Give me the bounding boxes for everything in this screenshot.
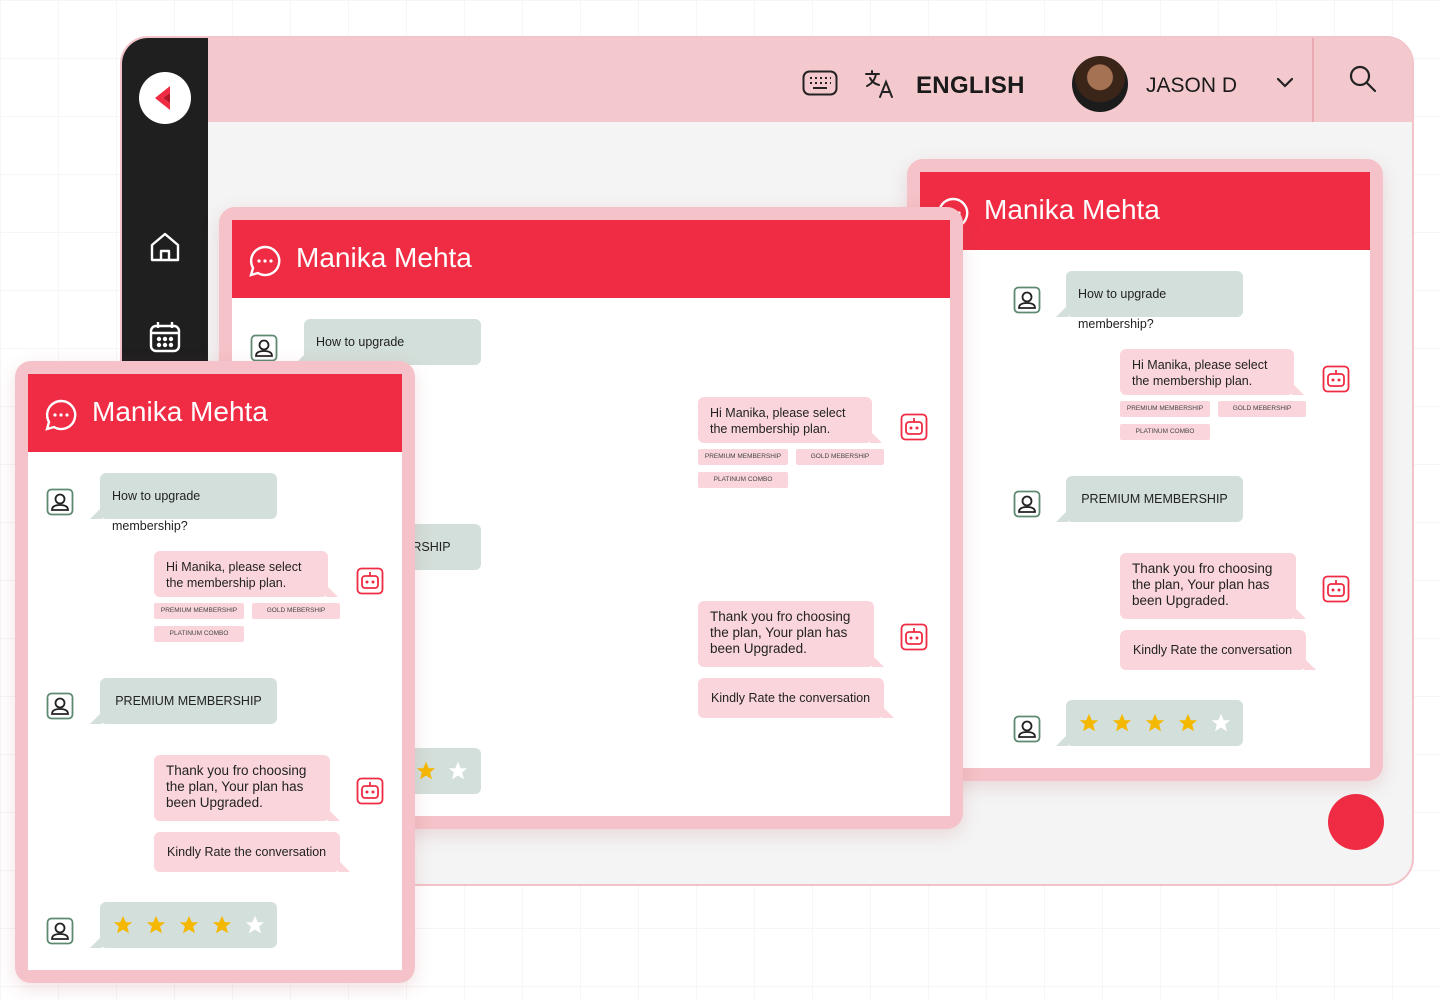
- user-icon: [1013, 715, 1041, 743]
- star-filled-icon[interactable]: [178, 914, 200, 936]
- star-filled-icon[interactable]: [211, 914, 233, 936]
- option-chip[interactable]: GOLD MEBERSHIP: [252, 603, 340, 619]
- brand-logo[interactable]: [139, 72, 191, 124]
- topbar-divider: [1312, 38, 1314, 122]
- star-filled-icon[interactable]: [1144, 712, 1166, 734]
- star-filled-icon[interactable]: [415, 760, 437, 782]
- bot-confirm-message: Thank you fro choosing the plan, Your pl…: [154, 755, 340, 821]
- user-message: How to upgrade membership?: [90, 473, 277, 533]
- chat-card-right: Manika Mehta How to upgrade membership? …: [907, 159, 1383, 781]
- chevron-down-icon[interactable]: [1276, 76, 1294, 94]
- contact-name: Manika Mehta: [92, 396, 268, 427]
- calendar-icon[interactable]: [146, 318, 184, 356]
- chat-header: Manika Mehta: [28, 374, 402, 452]
- bot-message: Hi Manika, please select the membership …: [698, 397, 882, 443]
- bot-rate-message: Kindly Rate the conversation: [698, 678, 894, 718]
- chat-card-left: Manika Mehta How to upgrade membership? …: [15, 361, 415, 983]
- option-chip[interactable]: GOLD MEBERSHIP: [1218, 401, 1306, 417]
- option-chip[interactable]: PLATINUM COMBO: [698, 472, 788, 488]
- star-filled-icon[interactable]: [1177, 712, 1199, 734]
- user-name[interactable]: JASON D: [1146, 74, 1237, 98]
- user-message: How to upgrade membership?: [294, 319, 481, 379]
- rating-stars[interactable]: [90, 902, 277, 948]
- bot-icon: [1322, 365, 1350, 393]
- contact-name: Manika Mehta: [296, 242, 472, 273]
- user-icon: [1013, 490, 1041, 518]
- user-choice-message: PREMIUM MEMBERSHIP: [90, 678, 277, 724]
- chat-launcher-button[interactable]: [1328, 794, 1384, 850]
- bot-icon: [356, 777, 384, 805]
- option-chip[interactable]: GOLD MEBERSHIP: [796, 449, 884, 465]
- user-icon: [1013, 286, 1041, 314]
- bot-icon: [900, 413, 928, 441]
- option-chip[interactable]: PREMIUM MEMBERSHIP: [154, 603, 244, 619]
- user-icon: [46, 488, 74, 516]
- option-chip[interactable]: PREMIUM MEMBERSHIP: [698, 449, 788, 465]
- star-filled-icon[interactable]: [112, 914, 134, 936]
- chat-header: Manika Mehta: [232, 220, 950, 298]
- chat-header: Manika Mehta: [920, 172, 1370, 250]
- star-filled-icon[interactable]: [1078, 712, 1100, 734]
- option-chip[interactable]: PLATINUM COMBO: [154, 626, 244, 642]
- language-label[interactable]: ENGLISH: [916, 72, 1025, 100]
- user-icon: [46, 917, 74, 945]
- star-filled-icon[interactable]: [145, 914, 167, 936]
- keyboard-icon[interactable]: [802, 70, 838, 101]
- search-icon[interactable]: [1348, 64, 1378, 99]
- bot-confirm-message: Thank you fro choosing the plan, Your pl…: [698, 601, 884, 667]
- bot-confirm-message: Thank you fro choosing the plan, Your pl…: [1120, 553, 1306, 619]
- bot-rate-message: Kindly Rate the conversation: [1120, 630, 1316, 670]
- contact-name: Manika Mehta: [984, 194, 1160, 225]
- option-chip[interactable]: PLATINUM COMBO: [1120, 424, 1210, 440]
- translate-icon[interactable]: [864, 68, 896, 105]
- star-empty-icon[interactable]: [1210, 712, 1232, 734]
- chat-bubble-icon: [45, 399, 77, 431]
- star-empty-icon[interactable]: [244, 914, 266, 936]
- top-bar: ENGLISH JASON D: [208, 38, 1412, 122]
- star-filled-icon[interactable]: [1111, 712, 1133, 734]
- home-icon[interactable]: [146, 228, 184, 266]
- user-icon: [250, 334, 278, 362]
- bot-message: Hi Manika, please select the membership …: [1120, 349, 1304, 395]
- option-chip[interactable]: PREMIUM MEMBERSHIP: [1120, 401, 1210, 417]
- rating-stars[interactable]: [1056, 700, 1243, 746]
- user-message: How to upgrade membership?: [1056, 271, 1243, 331]
- chat-bubble-icon: [249, 245, 281, 277]
- bot-rate-message: Kindly Rate the conversation: [154, 832, 350, 872]
- bot-message: Hi Manika, please select the membership …: [154, 551, 338, 597]
- bot-icon: [356, 567, 384, 595]
- user-choice-message: PREMIUM MEMBERSHIP: [1056, 476, 1243, 522]
- avatar[interactable]: [1072, 56, 1128, 112]
- star-empty-icon[interactable]: [447, 760, 469, 782]
- user-icon: [46, 692, 74, 720]
- bot-icon: [1322, 575, 1350, 603]
- bot-icon: [900, 623, 928, 651]
